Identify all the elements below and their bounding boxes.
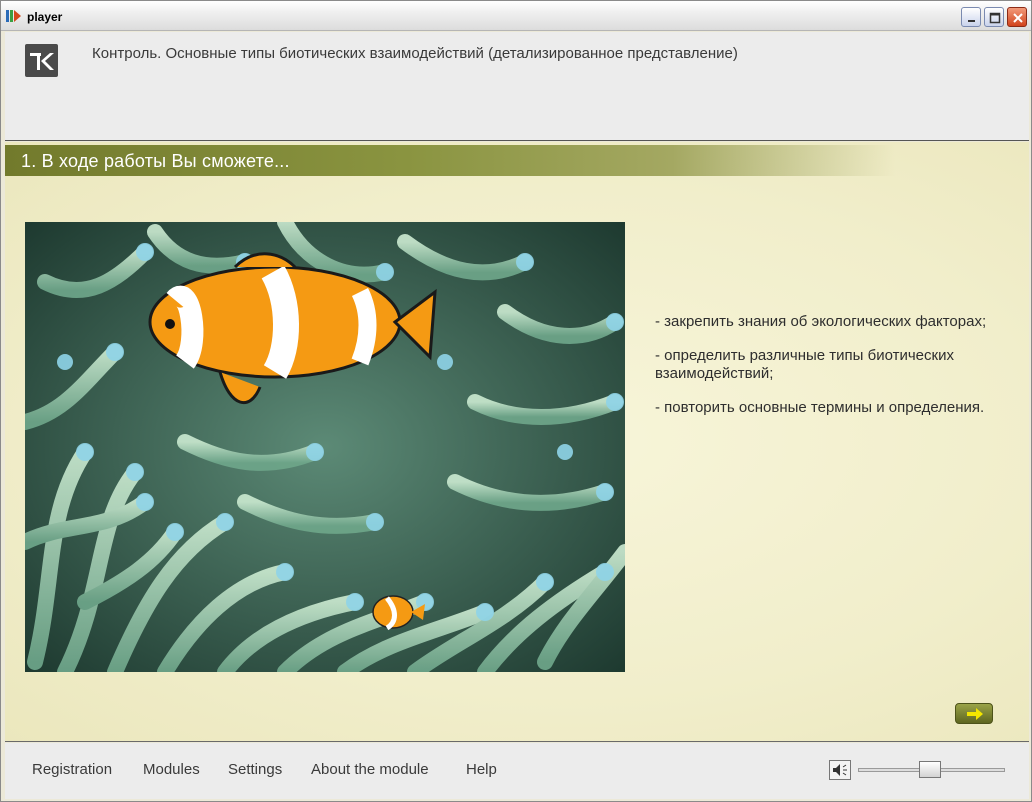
window-title: player — [27, 10, 63, 24]
next-button[interactable] — [955, 703, 993, 724]
close-icon — [1013, 13, 1023, 23]
speaker-icon — [833, 764, 847, 776]
section-title: 1. В ходе работы Вы сможете... — [21, 151, 290, 171]
volume-slider-thumb[interactable] — [919, 761, 941, 778]
menu-item-registration[interactable]: Registration — [32, 761, 112, 778]
player-window: player Контроль. Основные типы биотическ… — [0, 0, 1032, 802]
player-app-icon — [6, 9, 22, 23]
title-bar[interactable]: player — [1, 1, 1031, 31]
maximize-icon — [989, 12, 1001, 24]
mute-button[interactable] — [829, 760, 851, 780]
close-button[interactable] — [1007, 7, 1027, 27]
clownfish-photo — [25, 222, 625, 672]
minimize-icon — [968, 20, 975, 22]
k-logo-icon — [25, 44, 58, 77]
section-header: 1. В ходе работы Вы сможете... — [5, 145, 895, 176]
menu-item-settings[interactable]: Settings — [228, 761, 282, 778]
maximize-button[interactable] — [984, 7, 1004, 27]
goal-item: - определить различные типы биотических … — [655, 347, 954, 382]
menu-item-help[interactable]: Help — [466, 761, 497, 778]
menu-item-about[interactable]: About the module — [311, 761, 429, 778]
goal-item: - закрепить знания об экологических факт… — [655, 313, 987, 330]
module-header: Контроль. Основные типы биотических взаи… — [5, 32, 1029, 141]
minimize-button[interactable] — [961, 7, 981, 27]
module-title: Контроль. Основные типы биотических взаи… — [92, 45, 738, 62]
menu-item-modules[interactable]: Modules — [143, 761, 200, 778]
bottom-menu: Registration Modules Settings About the … — [5, 743, 1029, 799]
content-panel: 1. В ходе работы Вы сможете... - закрепи… — [5, 142, 1029, 742]
goals-list: - закрепить знания об экологических факт… — [655, 313, 1025, 433]
goal-item: - повторить основные термины и определен… — [655, 399, 985, 416]
arrow-right-icon — [967, 708, 983, 720]
